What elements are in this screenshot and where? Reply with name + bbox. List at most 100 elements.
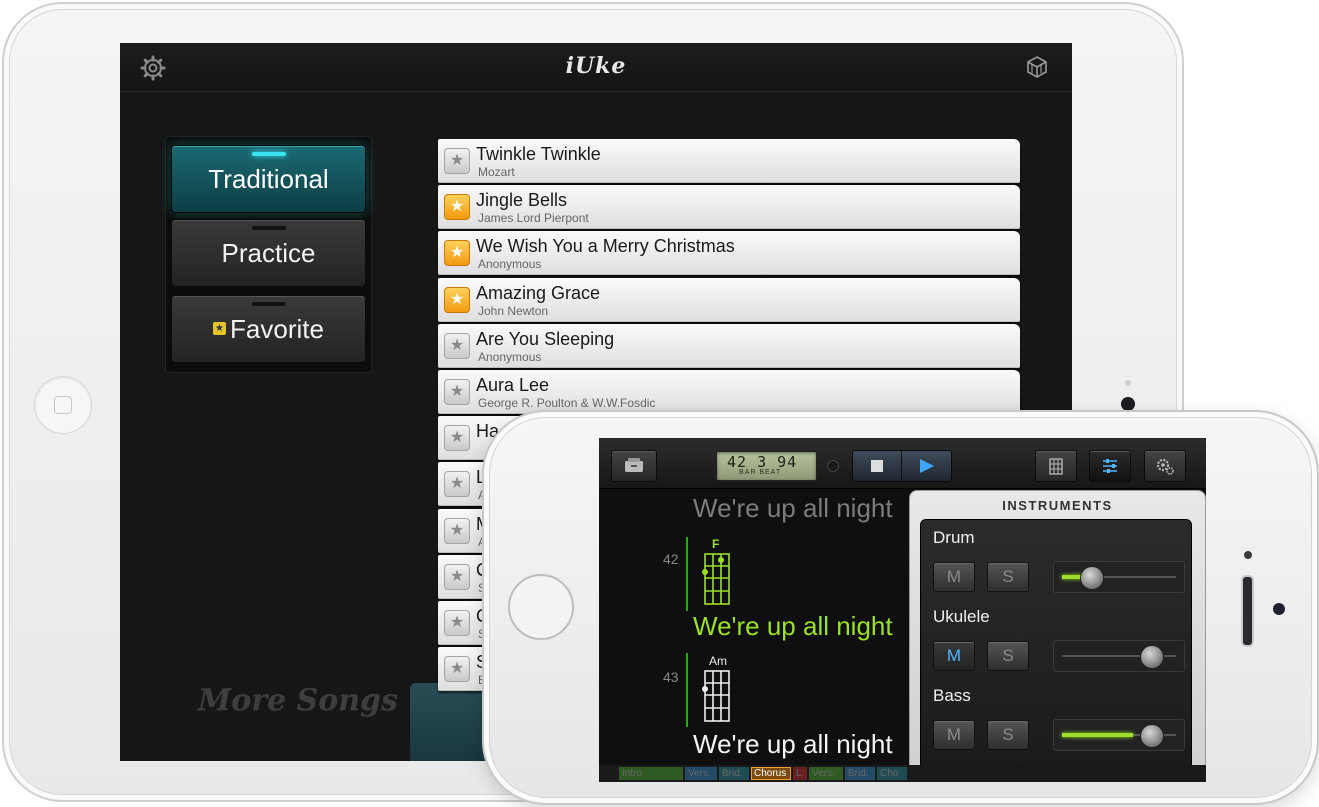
sliders-icon [1103, 459, 1117, 473]
cube-icon[interactable] [1025, 55, 1049, 79]
chord-name: Am [709, 654, 727, 668]
iphone-sensor [1244, 551, 1252, 559]
iphone-speaker [1241, 575, 1254, 647]
timeline-segment[interactable]: Vers. [685, 767, 717, 780]
song-row[interactable]: ★ Aura Lee George R. Poulton & W.W.Fosdic [438, 370, 1020, 414]
bar-line [686, 653, 688, 727]
slider-knob[interactable] [1139, 645, 1164, 669]
star-icon[interactable]: ★ [444, 194, 470, 221]
song-title: Aura Lee [476, 375, 550, 395]
star-icon: ★ [213, 321, 227, 335]
level-meter [1062, 733, 1133, 737]
song-artist: Anonymous [478, 257, 542, 272]
record-indicator [827, 460, 839, 472]
category-panel: Traditional Practice ★ Favorite [166, 137, 371, 372]
song-title: Twinkle Twinkle [476, 144, 601, 164]
song-artist: George R. Poulton & W.W.Fosdic [478, 396, 656, 410]
instruments-panel: INSTRUMENTS Drum M S Ukulele M S Bass M S [909, 490, 1206, 782]
play-icon[interactable] [902, 451, 950, 481]
star-icon[interactable]: ★ [444, 471, 470, 498]
timeline-segment[interactable]: Intro [619, 767, 683, 780]
chord-diagram-am [702, 670, 730, 722]
category-favorite-button[interactable]: ★ Favorite [171, 295, 366, 363]
star-icon[interactable]: ★ [444, 517, 470, 544]
grid-icon [1049, 458, 1063, 475]
star-icon[interactable]: ★ [444, 610, 470, 636]
song-row[interactable]: ★ Twinkle Twinkle Mozart [438, 139, 1020, 183]
timeline-segment[interactable]: Cho [877, 767, 907, 780]
song-title: Are You Sleeping [476, 328, 615, 349]
star-icon[interactable]: ★ [444, 656, 470, 683]
song-timeline[interactable]: Intro Vers. Brid. Chorus L Vers. Brid. Cho [599, 765, 1206, 782]
category-practice-button[interactable]: Practice [171, 219, 366, 287]
song-row[interactable]: ★ Jingle Bells James Lord Pierpont [438, 185, 1020, 230]
instrument-name: Bass [933, 686, 971, 705]
song-row[interactable]: ★ We Wish You a Merry Christmas Anonymous [438, 231, 1020, 276]
slider-knob[interactable] [1139, 724, 1164, 748]
ipad-top-bar: iUke [120, 43, 1072, 92]
volume-slider[interactable] [1053, 640, 1185, 672]
star-icon[interactable]: ★ [444, 148, 470, 174]
star-icon[interactable]: ★ [444, 286, 470, 313]
song-artist: John Newton [478, 303, 549, 318]
song-artist: Anonymous [478, 349, 542, 364]
solo-button[interactable]: S [987, 720, 1029, 750]
chord-diagram-f [702, 553, 730, 605]
bar-number: 43 [663, 669, 679, 685]
instrument-name: Drum [933, 528, 975, 547]
volume-slider[interactable] [1053, 561, 1185, 593]
category-traditional-button[interactable]: Traditional [171, 145, 366, 213]
lyric-line-current: We're up all night [693, 611, 893, 641]
star-icon[interactable]: ★ [444, 563, 470, 590]
bar-number: 42 [663, 551, 679, 567]
star-icon[interactable]: ★ [444, 425, 470, 452]
mute-button[interactable]: M [933, 641, 975, 671]
iphone-device: 42 3 94 BAR BEAT We're up all night 42 F… [482, 410, 1319, 805]
timeline-segment[interactable]: Chorus [751, 767, 791, 780]
song-artist: James Lord Pierpont [478, 211, 589, 226]
song-title: We Wish You a Merry Christmas [476, 236, 735, 257]
drawer-icon [625, 458, 643, 472]
category-label: Traditional [208, 164, 329, 194]
volume-slider[interactable] [1053, 719, 1185, 751]
star-icon[interactable]: ★ [444, 332, 470, 359]
position-display: 42 3 94 BAR BEAT [716, 451, 817, 481]
timeline-segment[interactable]: L [793, 767, 807, 780]
more-songs-label[interactable]: More Songs [198, 683, 398, 718]
timeline-segment[interactable]: Brid. [845, 767, 875, 780]
solo-button[interactable]: S [987, 641, 1029, 671]
chord-grid-button[interactable] [1035, 450, 1077, 482]
stop-icon[interactable] [853, 451, 901, 481]
song-row[interactable]: ★ Are You Sleeping Anonymous [438, 323, 1020, 368]
instrument-name: Ukulele [933, 607, 990, 626]
iphone-camera [1273, 603, 1285, 615]
lcd-units: BAR BEAT [739, 469, 782, 476]
category-label: Favorite [230, 314, 324, 344]
mute-button[interactable]: M [933, 720, 975, 750]
lyric-line-past: We're up all night [693, 493, 893, 523]
song-title: Amazing Grace [476, 282, 601, 303]
mute-button[interactable]: M [933, 562, 975, 592]
song-library-button[interactable] [611, 450, 657, 482]
indicator-light [252, 302, 286, 306]
transport-toolbar: 42 3 94 BAR BEAT [599, 438, 1206, 489]
ipad-camera [1121, 397, 1135, 411]
star-icon[interactable]: ★ [444, 379, 470, 405]
solo-button[interactable]: S [987, 562, 1029, 592]
mixer-button[interactable] [1089, 450, 1131, 482]
indicator-light [252, 226, 286, 230]
lyric-line-next: We're up all night [693, 729, 893, 759]
timeline-segment[interactable]: Vers. [809, 767, 843, 780]
song-row[interactable]: ★ Amazing Grace John Newton [438, 277, 1020, 322]
settings-button[interactable] [1144, 450, 1186, 482]
ipad-home-button[interactable] [34, 376, 92, 434]
category-label: Practice [221, 238, 316, 268]
chord-name: F [712, 537, 720, 551]
timeline-segment[interactable]: Brid. [719, 767, 749, 780]
slider-knob[interactable] [1079, 566, 1104, 590]
bar-line [686, 537, 688, 611]
iphone-home-button[interactable] [508, 574, 574, 640]
song-title: Jingle Bells [476, 190, 568, 211]
star-icon[interactable]: ★ [444, 240, 470, 267]
indicator-light [252, 152, 286, 156]
